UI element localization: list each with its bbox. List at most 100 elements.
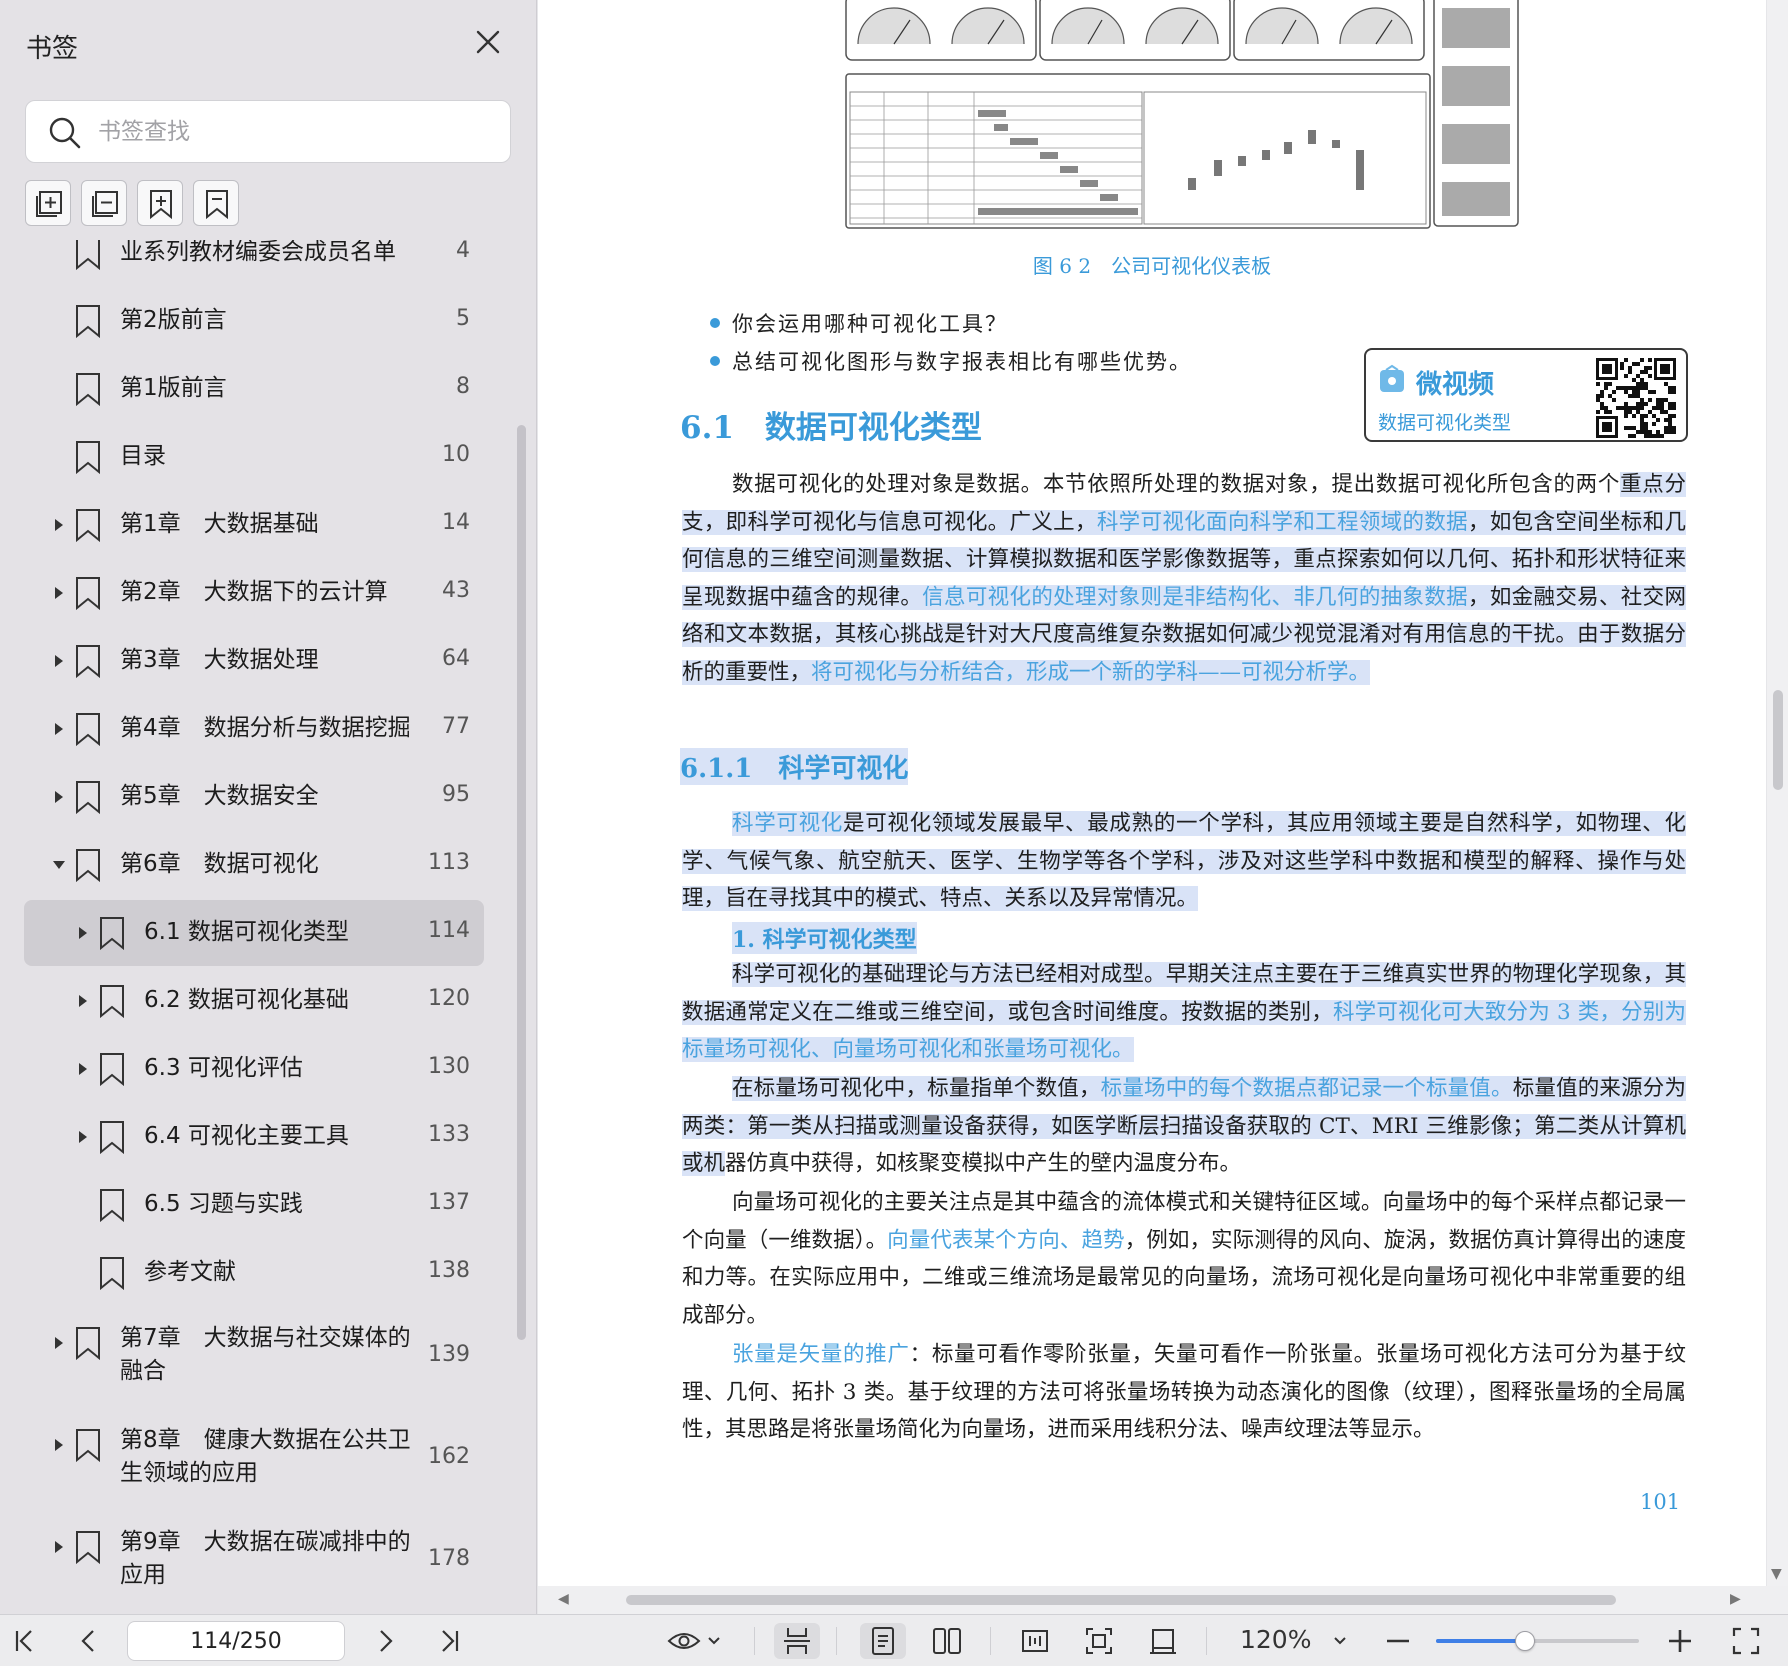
remove-bookmark-button[interactable] (193, 180, 239, 226)
figure-caption: 图 6 2 公司可视化仪表板 (1032, 254, 1272, 278)
zoom-out-button[interactable] (1380, 1623, 1416, 1659)
last-page-icon (442, 1630, 459, 1652)
bookmark-page-number: 133 (428, 1122, 470, 1147)
caret-right-icon[interactable] (76, 926, 90, 940)
caret-right-icon[interactable] (52, 1336, 66, 1350)
scroll-down-arrow-icon[interactable]: ▼ (1771, 1566, 1782, 1582)
bookmark-icon (100, 1189, 124, 1222)
caret-right-icon[interactable] (52, 518, 66, 532)
sidebar-header: 书签 (0, 0, 536, 90)
page-number: 101 (1640, 1490, 1681, 1514)
bookmark-icon (76, 645, 100, 678)
expand-all-button[interactable] (25, 180, 71, 226)
bookmark-item[interactable]: 第9章 大数据在碳减排中的 应用 178 (0, 1512, 500, 1608)
next-page-button[interactable] (370, 1623, 402, 1659)
bullet-item: 你会运用哪种可视化工具？ (710, 308, 1008, 338)
bookmark-search-input[interactable] (98, 113, 488, 151)
bookmark-page-number: 43 (442, 578, 470, 603)
bookmark-item[interactable]: 第2章 大数据下的云计算 43 (0, 560, 500, 626)
bookmark-page-number: 120 (428, 986, 470, 1011)
sidebar-scrollbar[interactable] (517, 425, 526, 1340)
bookmark-item[interactable]: 6.4 可视化主要工具 133 (0, 1104, 500, 1170)
single-page-button[interactable] (860, 1623, 906, 1659)
bookmark-item[interactable]: 第3章 大数据处理 64 (0, 628, 500, 694)
vertical-scrollbar[interactable]: ▼ (1767, 0, 1788, 1586)
bookmark-icon (76, 305, 100, 338)
previous-page-button[interactable] (72, 1623, 104, 1659)
bookmark-page-number: 5 (456, 306, 470, 331)
bookmark-search-box[interactable] (25, 100, 511, 163)
eye-icon (667, 1633, 701, 1649)
bookmark-item[interactable]: 第4章 数据分析与数据挖掘 77 (0, 696, 500, 762)
caret-right-icon[interactable] (52, 1540, 66, 1554)
video-subtitle: 数据可视化类型 (1378, 412, 1512, 434)
bookmark-label: 业系列教材编委会成员名单 (120, 240, 396, 265)
continuous-scroll-button[interactable] (774, 1623, 820, 1659)
caret-right-icon[interactable] (52, 654, 66, 668)
bookmark-item[interactable]: 第7章 大数据与社交媒体的 融合 139 (0, 1308, 500, 1404)
zoom-dropdown-button[interactable] (1326, 1623, 1354, 1659)
rotate-page-button[interactable] (1140, 1623, 1186, 1659)
micro-video-card[interactable]: 微视频 数据可视化类型 (1364, 348, 1688, 442)
bookmark-item[interactable]: 业系列教材编委会成员名单 4 (0, 240, 500, 286)
scroll-left-arrow-icon[interactable]: ◀ (558, 1591, 569, 1607)
caret-right-icon[interactable] (52, 722, 66, 736)
close-sidebar-button[interactable] (470, 24, 506, 60)
bookmark-item[interactable]: 6.3 可视化评估 130 (0, 1036, 500, 1102)
toolbar-divider (1206, 1627, 1207, 1655)
zoom-in-button[interactable] (1662, 1623, 1698, 1659)
first-page-button[interactable] (8, 1623, 40, 1659)
subsection-heading: 6.1.1 科学可视化 (680, 748, 909, 785)
add-bookmark-button[interactable] (137, 180, 183, 226)
chevron-right-icon (380, 1630, 393, 1652)
caret-right-icon[interactable] (52, 586, 66, 600)
bookmark-label: 第1版前言 (120, 375, 227, 401)
scroll-right-arrow-icon[interactable]: ▶ (1730, 1591, 1741, 1607)
bookmark-label: 参考文献 (144, 1259, 236, 1285)
caret-right-icon[interactable] (76, 994, 90, 1008)
caret-right-icon[interactable] (76, 1130, 90, 1144)
bookmark-label: 第2版前言 (120, 307, 227, 333)
bookmark-item[interactable]: 第1章 大数据基础 14 (0, 492, 500, 558)
bookmark-icon (76, 781, 100, 814)
bookmark-item[interactable]: 第6章 数据可视化 113 (0, 832, 500, 898)
caret-right-icon[interactable] (52, 1438, 66, 1452)
page-number-input[interactable] (127, 1621, 345, 1661)
read-mode-dropdown[interactable] (664, 1623, 724, 1659)
caret-right-icon[interactable] (76, 1062, 90, 1076)
fit-width-button[interactable] (1012, 1623, 1058, 1659)
bookmark-item[interactable]: 6.2 数据可视化基础 120 (0, 968, 500, 1034)
bookmark-page-number: 77 (442, 714, 470, 739)
collapse-all-button[interactable] (81, 180, 127, 226)
bookmark-item[interactable]: 第2版前言 5 (0, 288, 500, 354)
bookmark-item[interactable]: 6.1 数据可视化类型 114 (24, 900, 484, 966)
document-viewer: 图 6 2 公司可视化仪表板 你会运用哪种可视化工具？ 总结可视化图形与数字报表… (538, 0, 1788, 1614)
bookmark-item[interactable]: 目录 10 (0, 424, 500, 490)
bookmark-item[interactable]: 第1版前言 8 (0, 356, 500, 422)
bookmark-item[interactable]: 6.5 习题与实践 137 (0, 1172, 500, 1238)
bookmark-item[interactable]: 第5章 大数据安全 95 (0, 764, 500, 830)
fit-page-button[interactable] (1076, 1623, 1122, 1659)
bookmark-item[interactable]: 第8章 健康大数据在公共卫 生领域的应用 162 (0, 1410, 500, 1506)
caret-right-icon[interactable] (52, 790, 66, 804)
bookmark-label: 6.4 可视化主要工具 (144, 1123, 349, 1149)
search-icon (49, 117, 81, 149)
fullscreen-button[interactable] (1728, 1623, 1764, 1659)
bookmark-label: 6.2 数据可视化基础 (144, 987, 349, 1013)
horizontal-scroll-thumb[interactable] (626, 1595, 1616, 1605)
horizontal-scrollbar[interactable]: ◀ ▶ (538, 1586, 1788, 1614)
vertical-scroll-thumb[interactable] (1773, 690, 1783, 790)
double-page-button[interactable] (924, 1623, 970, 1659)
bookmark-item[interactable]: 参考文献 138 (0, 1240, 500, 1306)
zoom-slider-knob[interactable] (1515, 1631, 1536, 1651)
last-page-button[interactable] (434, 1623, 466, 1659)
zoom-level[interactable]: 120% (1240, 1625, 1311, 1654)
zoom-slider[interactable] (1436, 1631, 1639, 1651)
document-page: 图 6 2 公司可视化仪表板 你会运用哪种可视化工具？ 总结可视化图形与数字报表… (538, 0, 1766, 1586)
bookmark-icon (76, 509, 100, 542)
plus-icon (1669, 1630, 1691, 1652)
caret-down-icon[interactable] (52, 858, 66, 872)
chevron-down-icon (1334, 1637, 1346, 1645)
subheading: 1. 科学可视化类型 (732, 922, 917, 954)
sidebar-title: 书签 (26, 34, 79, 64)
